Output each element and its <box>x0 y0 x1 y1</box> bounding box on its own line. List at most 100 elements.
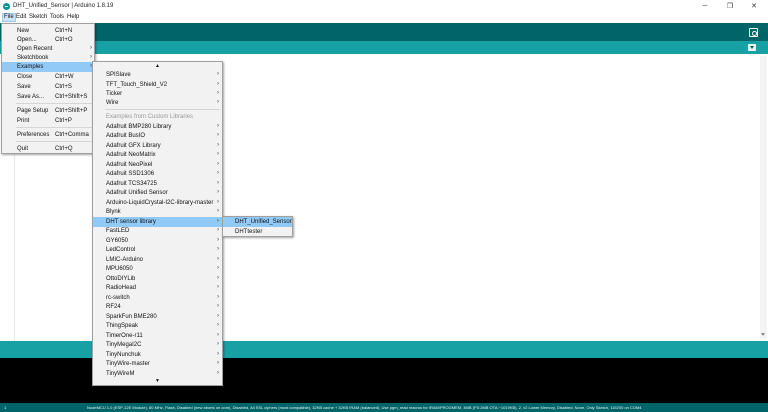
submenu-arrow-icon: › <box>217 265 219 271</box>
editor-scrollbar[interactable] <box>760 56 767 339</box>
menu-tools[interactable]: Tools <box>50 14 64 20</box>
examples-item[interactable]: Adafruit BusIO › <box>93 131 222 141</box>
submenu-arrow-icon: › <box>217 256 219 262</box>
examples-item[interactable]: TinyWire-master › <box>93 359 222 369</box>
menu-separator <box>16 141 92 142</box>
examples-item-label: LMIC-Arduino <box>106 257 144 263</box>
title-bar: DHT_Unified_Sensor | Arduino 1.8.19 ─ ❐ … <box>0 0 768 13</box>
menu-item-preferences[interactable]: Preferences Ctrl+Comma <box>2 130 94 140</box>
submenu-arrow-icon: › <box>217 332 219 338</box>
menu-file[interactable]: File <box>2 13 16 22</box>
examples-item-label: rc-switch <box>106 295 130 301</box>
menu-item-close[interactable]: Close Ctrl+W <box>2 72 94 82</box>
examples-item-label: TinyMegaI2C <box>106 342 142 348</box>
submenu-arrow-icon: › <box>217 370 219 376</box>
menu-item-label: Save <box>17 84 31 90</box>
examples-item[interactable]: Blynk › <box>93 207 222 217</box>
examples-item-label: Blynk <box>106 209 121 215</box>
menu-help[interactable]: Help <box>67 14 79 20</box>
menu-item-examples[interactable]: Examples › <box>2 62 94 72</box>
submenu-arrow-icon: › <box>217 81 219 87</box>
examples-item[interactable]: LedControl › <box>93 245 222 255</box>
submenu-arrow-icon: › <box>217 151 219 157</box>
submenu-arrow-icon: › <box>217 341 219 347</box>
examples-item[interactable]: Adafruit Unified Sensor › <box>93 188 222 198</box>
examples-item-label: MPU6050 <box>106 266 133 272</box>
submenu-arrow-icon: › <box>217 170 219 176</box>
menu-item-page-setup[interactable]: Page Setup Ctrl+Shift+P <box>2 106 94 116</box>
submenu-arrow-icon: › <box>90 54 92 60</box>
menu-item-label: Save As... <box>17 94 45 100</box>
menu-item-shortcut: Ctrl+P <box>55 118 72 124</box>
scroll-down-icon[interactable]: ▼ <box>155 378 160 384</box>
examples-item[interactable]: RF24 › <box>93 302 222 312</box>
menu-item-print[interactable]: Print Ctrl+P <box>2 116 94 126</box>
submenu-arrow-icon: › <box>217 351 219 357</box>
examples-item[interactable]: Adafruit SSD1306 › <box>93 169 222 179</box>
examples-item-label: SPISlave <box>106 72 131 78</box>
examples-item-label: FastLED <box>106 228 130 234</box>
dht-item-dhttester[interactable]: DHTtester <box>223 227 292 237</box>
menu-edit[interactable]: Edit <box>16 14 26 20</box>
close-window-button[interactable]: ✕ <box>749 2 759 11</box>
submenu-arrow-icon: › <box>217 237 219 243</box>
examples-item[interactable]: RadioHead › <box>93 283 222 293</box>
menu-item-label: Sketchbook <box>17 55 49 61</box>
dht-item-label: DHTtester <box>235 229 263 235</box>
menu-item-shortcut: Ctrl+Shift+P <box>55 108 88 114</box>
examples-item-label: TimerOne-r11 <box>106 333 143 339</box>
submenu-arrow-icon: › <box>217 99 219 105</box>
scroll-up-icon[interactable]: ▲ <box>155 63 160 69</box>
examples-item-label: Adafruit BMP280 Library <box>106 124 172 130</box>
minimize-button[interactable]: ─ <box>700 2 710 11</box>
menu-item-shortcut: Ctrl+Comma <box>55 132 89 138</box>
window-title: DHT_Unified_Sensor | Arduino 1.8.19 <box>13 3 114 9</box>
submenu-arrow-icon: › <box>217 227 219 233</box>
maximize-button[interactable]: ❐ <box>725 2 735 11</box>
serial-monitor-icon[interactable] <box>749 28 758 37</box>
examples-item[interactable]: TinyMegaI2C › <box>93 340 222 350</box>
submenu-arrow-icon: › <box>217 246 219 252</box>
dht-item-dht-unified-sensor[interactable]: DHT_Unified_Sensor <box>223 217 292 227</box>
submenu-arrow-icon: › <box>217 189 219 195</box>
examples-item[interactable]: MPU6050 › <box>93 264 222 274</box>
examples-item-label: Adafruit TCS34725 <box>106 181 157 187</box>
examples-item[interactable]: Wire › <box>93 98 222 108</box>
tab-menu-icon[interactable] <box>748 44 756 51</box>
examples-item-label: Wire <box>106 100 119 106</box>
submenu-arrow-icon: › <box>217 208 219 214</box>
menu-item-label: Print <box>17 118 30 124</box>
examples-item[interactable]: FastLED › <box>93 226 222 236</box>
examples-item[interactable]: SPISlave › <box>93 70 222 80</box>
menu-item-label: Quit <box>17 146 29 152</box>
menu-item-label: Page Setup <box>17 108 49 114</box>
tab-strip <box>0 41 768 54</box>
submenu-arrow-icon: › <box>217 322 219 328</box>
examples-item[interactable]: ThingSpeak › <box>93 321 222 331</box>
examples-item-label: TinyNunchuk <box>106 352 141 358</box>
examples-item[interactable]: Adafruit NeoMatrix › <box>93 150 222 160</box>
scroll-down-icon[interactable] <box>761 333 765 336</box>
examples-item-label: LedControl <box>106 247 136 253</box>
menu-item-label: Preferences <box>17 132 50 138</box>
arduino-logo-icon <box>3 3 10 10</box>
menu-separator <box>105 109 220 110</box>
menu-item-shortcut: Ctrl+W <box>55 74 74 80</box>
dht-item-label: DHT_Unified_Sensor <box>235 219 292 225</box>
menu-item-shortcut: Ctrl+N <box>55 28 73 34</box>
examples-item-label: Adafruit NeoPixel <box>106 162 153 168</box>
menu-sketch[interactable]: Sketch <box>29 14 47 20</box>
dht-sensor-library-submenu: DHT_Unified_Sensor DHTtester <box>222 216 293 237</box>
examples-item-label: Ticker <box>106 91 123 97</box>
examples-section-header: Examples from Custom Libraries <box>93 112 222 122</box>
board-info: NodeMCU 1.0 (ESP-12E Module), 80 MHz, Fl… <box>87 405 642 410</box>
menu-item-save-as[interactable]: Save As... Ctrl+Shift+S <box>2 92 94 102</box>
menu-item-save[interactable]: Save Ctrl+S <box>2 82 94 92</box>
menu-bar: File Edit Sketch Tools Help <box>0 13 768 23</box>
examples-item-label: TFT_Touch_Shield_V2 <box>106 82 168 88</box>
menu-item-quit[interactable]: Quit Ctrl+Q <box>2 144 94 154</box>
menu-item-label: New <box>17 28 30 34</box>
toolbar <box>0 23 768 41</box>
menu-separator <box>16 103 92 104</box>
examples-item-label: Adafruit NeoMatrix <box>106 152 156 158</box>
